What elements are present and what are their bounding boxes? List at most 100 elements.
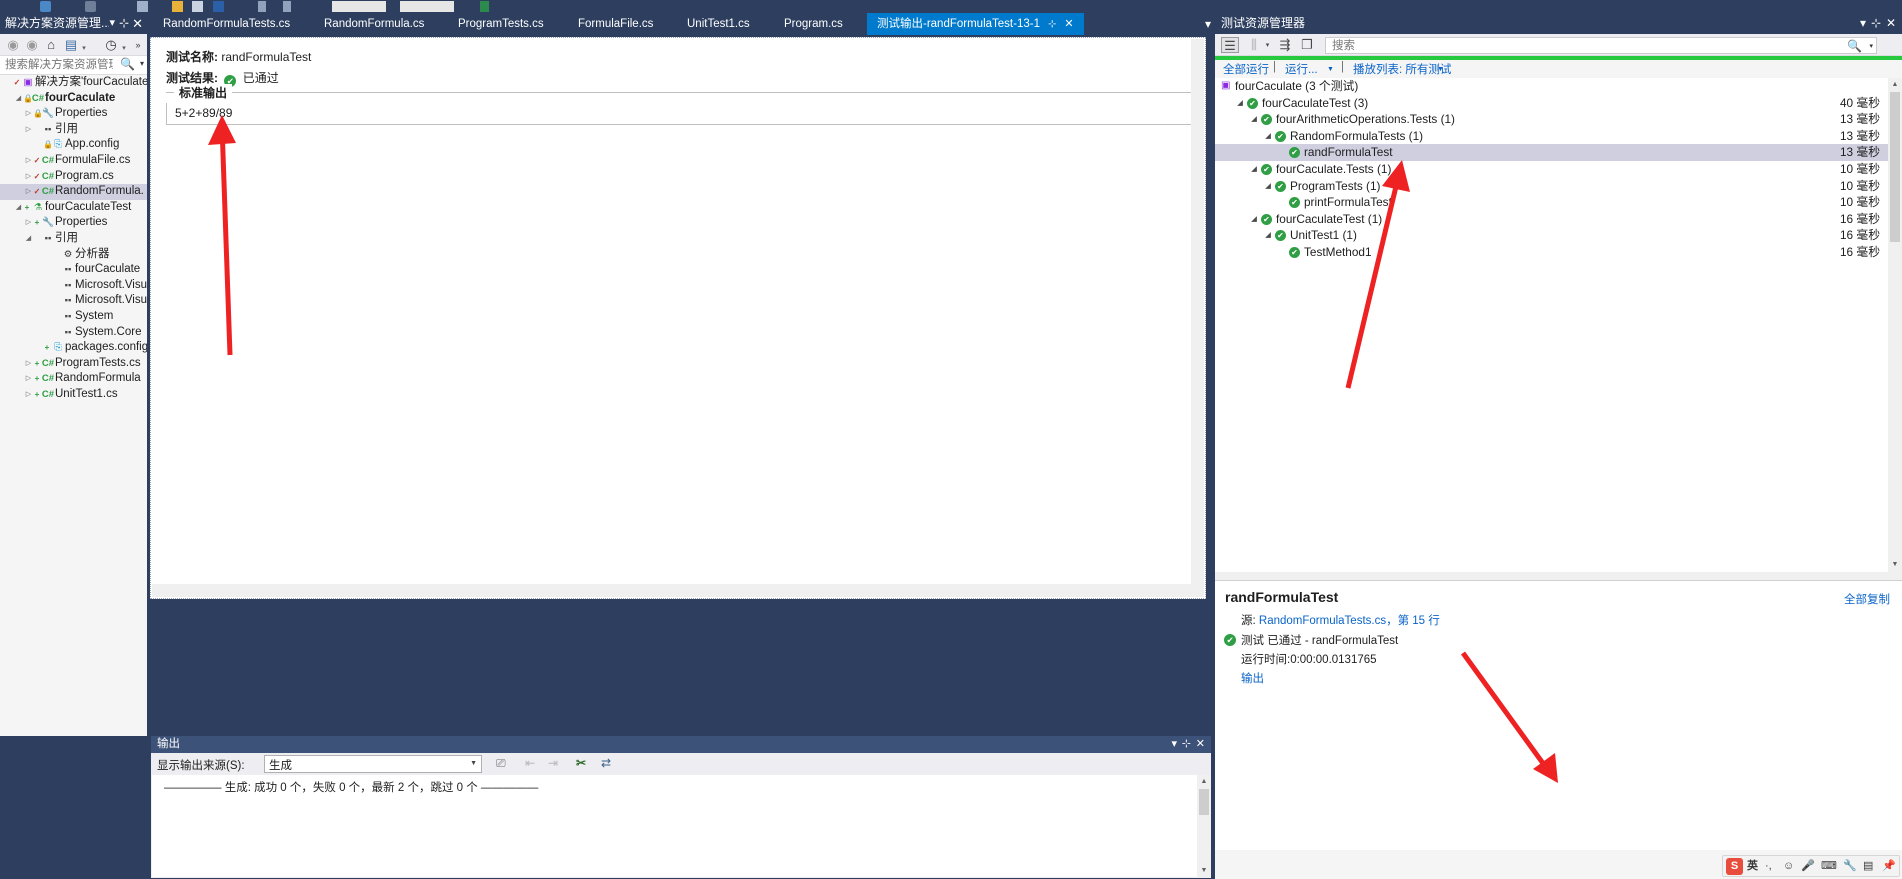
solution-tree-item[interactable]: ▷ ▪▪ 引用 (0, 122, 147, 138)
search-options-icon[interactable]: ▾ (140, 59, 144, 68)
collapse-icon[interactable]: ◢ (1263, 178, 1273, 195)
ime-panel-icon[interactable]: ▤ (1863, 858, 1873, 875)
window-icon[interactable] (137, 1, 148, 12)
chevron-down-icon[interactable]: ▾ (109, 13, 115, 34)
output-vertical-scrollbar[interactable]: ▲ ▼ (1197, 775, 1211, 878)
editor-tab-1[interactable]: RandomFormula.cs (314, 13, 434, 35)
solution-tree-item[interactable]: ▷ 🔒🔧Properties (0, 106, 147, 122)
editor-tab-3[interactable]: FormulaFile.cs (568, 13, 663, 35)
solution-tree-item[interactable]: ▪▪ Microsoft.Visu (0, 278, 147, 294)
collapse-icon[interactable]: ◢ (1249, 161, 1259, 178)
pin-icon[interactable]: ⊹ (1182, 736, 1191, 753)
toggle-settings-icon[interactable]: ⇄ (601, 756, 611, 770)
expand-icon[interactable]: ▷ (24, 122, 33, 138)
solution-tree-item[interactable]: ▪▪ fourCaculate (0, 262, 147, 278)
expand-icon[interactable]: ▷ (24, 356, 33, 372)
collapse-icon[interactable]: ◢ (14, 91, 23, 107)
scroll-thumb[interactable] (1890, 92, 1900, 242)
save-icon[interactable] (192, 1, 203, 12)
solution-tree-item[interactable]: 🔒⎘ App.config (0, 137, 147, 153)
chevron-down-icon-run[interactable]: ▼ (1327, 66, 1334, 73)
expand-icon[interactable]: ▷ (24, 169, 33, 185)
platform-dropdown[interactable] (400, 1, 454, 12)
ime-pin-icon[interactable]: 📌 (1882, 858, 1896, 875)
search-icon[interactable]: 🔍 (1847, 39, 1862, 53)
list-view-icon[interactable]: ☰ (1221, 37, 1239, 53)
sogou-logo-icon[interactable]: S (1726, 858, 1743, 875)
test-tree-item[interactable]: ✔ randFormulaTest 13 毫秒 (1215, 144, 1902, 161)
tab-close-icon[interactable]: ✕ (1064, 18, 1073, 30)
line-icon[interactable] (283, 1, 291, 12)
tab-pin-icon[interactable]: ⊹ (1048, 19, 1056, 30)
test-tree-vertical-scrollbar[interactable]: ▲ ▼ (1888, 78, 1902, 572)
chevron-down-icon[interactable]: ▾ (80, 41, 88, 57)
search-options-icon[interactable]: ▾ (1869, 42, 1873, 50)
editor-tab-4[interactable]: UnitTest1.cs (677, 13, 760, 35)
solution-tree-item[interactable]: ◢ ▪▪ 引用 (0, 231, 147, 247)
save-all-icon[interactable] (213, 1, 224, 12)
solution-tree-item[interactable]: + ⎘ packages.config (0, 340, 147, 356)
source-link[interactable]: RandomFormulaTests.cs，第 15 行 (1259, 615, 1440, 627)
ime-tools-icon[interactable]: 🔧 (1843, 858, 1857, 875)
test-tree-item[interactable]: ◢ ✔ fourCaculate.Tests (1) 10 毫秒 (1215, 161, 1902, 178)
solution-explorer-search[interactable]: 🔍 ▾ (0, 56, 147, 75)
scroll-down-icon[interactable]: ▼ (1888, 558, 1902, 572)
editor-tab-2[interactable]: ProgramTests.cs (448, 13, 554, 35)
pointer-icon[interactable] (258, 1, 266, 12)
test-explorer-tree[interactable]: ▣ fourCaculate (3 个测试) ◢ ✔ fourCaculateTest … (1215, 78, 1902, 572)
back-icon[interactable]: ◉ (6, 37, 20, 53)
go-to-previous-icon[interactable]: ⇤ (525, 756, 535, 770)
solution-tree-item[interactable]: ▷ + 🔧Properties (0, 215, 147, 231)
chevron-down-icon[interactable]: ▾ (1171, 736, 1177, 753)
expand-icon[interactable]: ▷ (24, 153, 33, 169)
solution-tree-item[interactable]: ◢ 🔒C#fourCaculate (0, 91, 147, 107)
toggle-word-wrap-icon[interactable]: ✂ (576, 756, 586, 770)
test-tree-item[interactable]: ▣ fourCaculate (3 个测试) (1215, 78, 1902, 95)
expand-icon[interactable]: ▷ (24, 106, 33, 122)
scroll-up-icon[interactable]: ▲ (1888, 78, 1902, 92)
test-tree-item[interactable]: ◢ ✔ ProgramTests (1) 10 毫秒 (1215, 178, 1902, 195)
test-tree-item[interactable]: ◢ ✔ UnitTest1 (1) 16 毫秒 (1215, 227, 1902, 244)
collapse-icon[interactable]: ◢ (1249, 111, 1259, 128)
sort-icon[interactable]: ⇶ (1277, 37, 1293, 53)
close-icon[interactable]: ✕ (1886, 13, 1896, 34)
ime-keyboard-icon[interactable]: ⌨ (1821, 858, 1837, 875)
output-source-select[interactable]: 生成 ▼ (264, 755, 482, 773)
test-tree-item[interactable]: ◢ ✔ fourArithmeticOperations.Tests (1) 13 毫… (1215, 111, 1902, 128)
columns-icon[interactable]: ❐ (1299, 37, 1315, 53)
go-to-next-icon[interactable]: ⇥ (548, 756, 558, 770)
expand-icon[interactable]: ▷ (24, 184, 33, 200)
start-icon[interactable] (480, 1, 489, 12)
test-tree-item[interactable]: ◢ ✔ fourCaculateTest (1) 16 毫秒 (1215, 211, 1902, 228)
solution-tree-item[interactable]: ▪▪ System.Core (0, 325, 147, 341)
collapse-icon[interactable]: ◢ (1249, 211, 1259, 228)
collapse-icon[interactable]: ◢ (14, 200, 23, 216)
solution-tree-item[interactable]: ▷ ✓ C#FormulaFile.cs (0, 153, 147, 169)
copy-all-link[interactable]: 全部复制 (1844, 591, 1890, 607)
test-output-horizontal-scrollbar[interactable] (152, 584, 1191, 597)
chevron-down-icon[interactable]: ▾ (1263, 41, 1272, 49)
solution-tree-item[interactable]: ▷ + C#UnitTest1.cs (0, 387, 147, 403)
editor-tab-bar[interactable]: RandomFormulaTests.cs RandomFormula.cs Pro… (147, 13, 1215, 35)
solution-tree-item[interactable]: ▷ ✓ C#RandomFormula. (0, 184, 147, 200)
home-icon[interactable]: ⌂ (44, 37, 58, 53)
run-all-link[interactable]: 全部运行 (1223, 61, 1269, 77)
ime-voice-icon[interactable]: 🎤 (1801, 858, 1815, 875)
close-icon[interactable]: ✕ (1196, 736, 1205, 753)
test-explorer-splitter[interactable] (1215, 572, 1902, 580)
chevron-down-icon-2[interactable]: ▾ (120, 41, 128, 57)
collapse-icon[interactable]: ◢ (1263, 128, 1273, 145)
expand-icon[interactable]: ▷ (24, 215, 33, 231)
ime-lang-icon[interactable]: 英 (1747, 858, 1758, 875)
test-tree-item[interactable]: ✔ TestMethod1 16 毫秒 (1215, 244, 1902, 261)
editor-tab-5[interactable]: Program.cs (774, 13, 853, 35)
run-link[interactable]: 运行... (1285, 61, 1318, 77)
folder-icon[interactable] (172, 1, 183, 12)
test-output-vertical-scrollbar[interactable] (1191, 39, 1204, 597)
editor-tab-0[interactable]: RandomFormulaTests.cs (153, 13, 300, 35)
test-explorer-search[interactable]: 🔍 ▾ (1325, 37, 1877, 54)
scroll-up-icon[interactable]: ▲ (1197, 775, 1211, 789)
solution-tree-item[interactable]: ▷ + C#RandomFormula (0, 371, 147, 387)
group-by-icon[interactable]: ⫼ (1246, 37, 1262, 53)
scroll-thumb[interactable] (1199, 789, 1209, 815)
